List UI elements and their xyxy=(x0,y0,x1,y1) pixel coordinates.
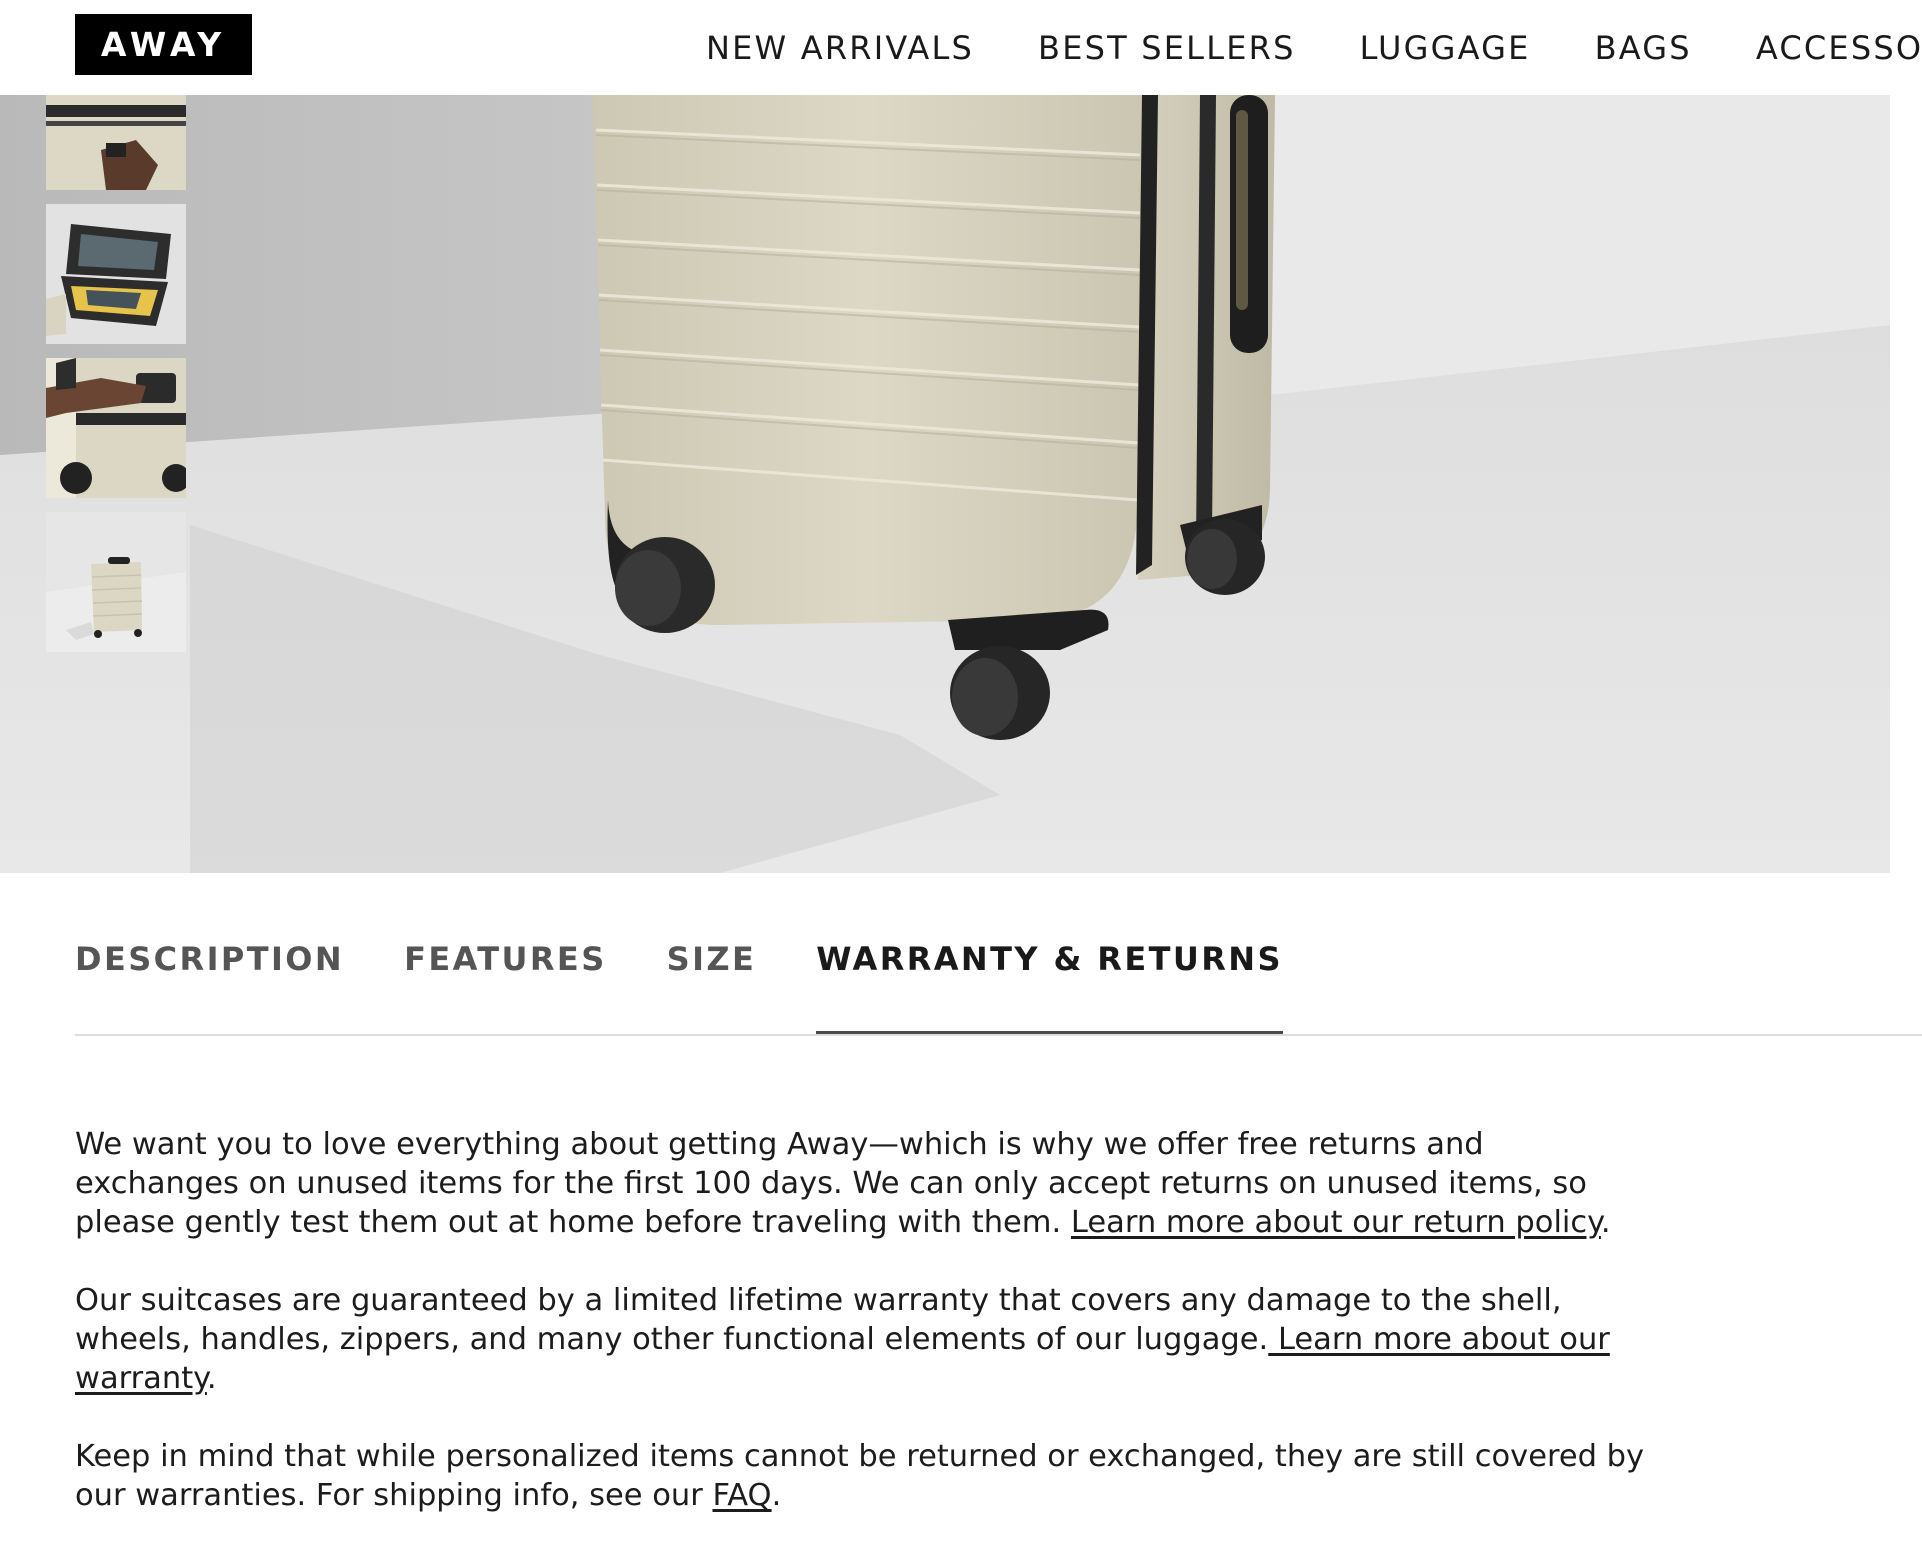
product-info-tabs: DESCRIPTION FEATURES SIZE WARRANTY & RET… xyxy=(75,940,1343,1036)
suitcase-photo xyxy=(0,95,1890,873)
personalized-paragraph: Keep in mind that while personalized ite… xyxy=(75,1437,1655,1515)
thumbnail-2[interactable] xyxy=(46,204,186,344)
personalized-end: . xyxy=(771,1478,782,1513)
personalized-text: Keep in mind that while personalized ite… xyxy=(75,1439,1645,1513)
thumbnail-1[interactable] xyxy=(46,95,186,190)
tab-features[interactable]: FEATURES xyxy=(404,940,607,1036)
nav-item-new-arrivals[interactable]: NEW ARRIVALS xyxy=(706,29,974,67)
nav-item-accessories[interactable]: ACCESSORIES xyxy=(1756,29,1922,67)
tabs-divider xyxy=(75,1034,1922,1036)
tab-warranty-returns[interactable]: WARRANTY & RETURNS xyxy=(816,940,1283,1036)
warranty-end: . xyxy=(206,1361,217,1396)
site-header: AWAY NEW ARRIVALS BEST SELLERS LUGGAGE B… xyxy=(0,0,1922,95)
faq-link[interactable]: FAQ xyxy=(712,1478,771,1513)
returns-paragraph: We want you to love everything about get… xyxy=(75,1125,1655,1242)
thumbnail-3[interactable] xyxy=(46,358,186,498)
tab-size[interactable]: SIZE xyxy=(667,940,757,1036)
nav-item-bags[interactable]: BAGS xyxy=(1595,29,1692,67)
nav-item-best-sellers[interactable]: BEST SELLERS xyxy=(1038,29,1296,67)
nav-item-luggage[interactable]: LUGGAGE xyxy=(1360,29,1531,67)
warranty-paragraph: Our suitcases are guaranteed by a limite… xyxy=(75,1281,1655,1398)
warranty-returns-panel: We want you to love everything about get… xyxy=(75,1125,1655,1554)
main-nav: NEW ARRIVALS BEST SELLERS LUGGAGE BAGS A… xyxy=(706,0,1922,95)
returns-end: . xyxy=(1600,1205,1611,1240)
thumbnail-4[interactable] xyxy=(46,512,186,652)
tab-description[interactable]: DESCRIPTION xyxy=(75,940,344,1036)
return-policy-link[interactable]: Learn more about our return policy xyxy=(1071,1205,1601,1240)
away-logo[interactable]: AWAY xyxy=(75,14,252,75)
product-main-image[interactable] xyxy=(0,95,1890,873)
